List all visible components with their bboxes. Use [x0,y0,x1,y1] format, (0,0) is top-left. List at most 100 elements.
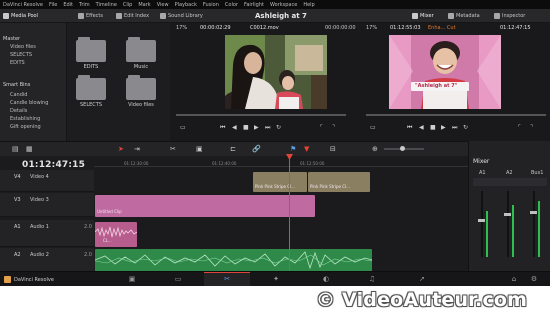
fusion-page-icon[interactable]: ✦ [272,275,280,283]
source-viewer-frame[interactable] [225,35,327,109]
sound-library-button[interactable]: Sound Library [160,11,203,21]
deliver-page-icon[interactable]: ➚ [418,275,426,283]
inspector-button[interactable]: Inspector [494,11,525,21]
zoom-icon[interactable]: ⊕ [372,145,378,153]
fader-a2[interactable] [507,191,509,257]
link-icon[interactable]: 🔗 [252,145,261,153]
fader-knob-bus1[interactable] [530,211,537,214]
menu-item[interactable]: Help [303,2,314,8]
fader-bus1[interactable] [533,191,535,257]
mark-in-icon[interactable]: ⌜ [518,124,521,131]
effects-button[interactable]: Effects [78,11,103,21]
fader-knob-a1[interactable] [478,219,485,222]
bin-item[interactable]: EDITS [10,60,25,66]
viewer-mode-icon[interactable]: ▭ [370,124,376,131]
smart-bin-item[interactable]: Gift opening [10,124,41,130]
menu-item[interactable]: DaVinci Resolve [3,2,43,8]
pointer-icon[interactable]: ➤ [118,145,124,153]
menu-item[interactable]: File [49,2,57,8]
jump-start-icon[interactable]: ⏮ [407,124,412,132]
clip-v3[interactable]: Untitled Clip [95,195,315,217]
folder-icon[interactable] [126,37,156,62]
smart-bin-item[interactable]: Establishing [10,116,40,122]
bin-item[interactable]: Video files [10,44,36,50]
smart-bins-header[interactable]: Smart Bins [3,82,30,88]
bin-item[interactable]: SELECTS [10,52,32,58]
reverse-icon[interactable]: ◀ [419,124,424,131]
smart-bin-item[interactable]: Candle blowing [10,100,48,106]
stop-icon[interactable]: ■ [430,124,436,131]
cut-page-icon[interactable]: ▭ [174,275,182,283]
mixer-input-row[interactable] [473,178,547,186]
menu-item[interactable]: Workspace [270,2,297,8]
mark-in-icon[interactable]: ⌜ [320,124,323,131]
menu-item[interactable]: Timeline [96,2,117,8]
insert-icon[interactable]: ▣ [196,145,203,153]
zoom-slider-knob[interactable] [400,146,405,151]
track-header-v4[interactable]: V4 Video 4 [0,170,94,192]
blade-icon[interactable]: ✂ [170,145,176,153]
metadata-button[interactable]: Metadata [448,11,480,21]
play-icon[interactable]: ▶ [254,124,259,131]
loop-icon[interactable]: ↻ [463,124,468,131]
play-icon[interactable]: ▶ [441,124,446,131]
track-header-v3[interactable]: V3 Video 3 [0,193,94,217]
trim-icon[interactable]: ⇥ [134,145,140,153]
reverse-icon[interactable]: ◀ [232,124,237,131]
menu-item[interactable]: Playback [175,2,197,8]
track-header-a1[interactable]: A1 Audio 1 2.0 [0,220,94,247]
clip-a1[interactable]: CL... [95,222,137,247]
flag-icon[interactable]: ⚑ [290,145,296,153]
media-pool-button[interactable]: Media Pool [3,11,38,21]
timeline-clip-name[interactable]: Enha... Cut [428,25,456,31]
color-page-icon[interactable]: ◐ [322,275,330,283]
track-header-a2[interactable]: A2 Audio 2 2.0 [0,248,94,272]
clip-a2[interactable] [95,249,372,272]
view-icon[interactable]: ▦ [26,145,33,153]
menu-item[interactable]: View [157,2,169,8]
zoom-out-icon[interactable]: ⊟ [330,145,336,153]
home-icon[interactable]: ⌂ [510,275,518,283]
clip-v4-a[interactable]: Pink Pink Stripe Cl... [253,172,307,192]
menu-item[interactable]: Color [225,2,238,8]
edit-index-button[interactable]: Edit Index [116,11,149,21]
menu-item[interactable]: Mark [138,2,150,8]
jump-end-icon[interactable]: ⏭ [265,124,270,132]
smart-bin-item[interactable]: Candid [10,92,27,98]
fairlight-page-icon[interactable]: ♫ [368,275,376,283]
viewer-mode-icon[interactable]: ▭ [180,124,186,131]
menu-item[interactable]: Clip [123,2,132,8]
marker-icon[interactable]: ▼ [304,145,309,153]
timeline-scrubber[interactable] [366,114,546,116]
fader-knob-a2[interactable] [504,213,511,216]
timeline-viewer-frame[interactable]: "Ashleigh at 7" [389,35,501,109]
stop-icon[interactable]: ■ [243,124,249,131]
folder-icon[interactable] [76,75,106,100]
folder-icon[interactable] [126,75,156,100]
media-page-icon[interactable]: ▣ [128,275,136,283]
menu-item[interactable]: Fusion [203,2,219,8]
fader-a1[interactable] [481,191,483,257]
edit-page-tab[interactable]: ✂ [204,272,250,286]
source-clip-name[interactable]: C0012.mov [250,25,279,31]
menu-item[interactable]: Fairlight [244,2,264,8]
playhead[interactable] [289,156,290,272]
source-zoom[interactable]: 17% [176,25,187,31]
menu-item[interactable]: Trim [79,2,90,8]
mixer-button[interactable]: Mixer [412,11,434,21]
snap-icon[interactable]: ⊏ [230,145,236,153]
menu-item[interactable]: Edit [63,2,73,8]
clip-v4-b[interactable]: Pink Pink Stripe Cl... [308,172,370,192]
layout-icon[interactable]: ▤ [12,145,19,153]
folder-icon[interactable] [76,37,106,62]
loop-icon[interactable]: ↻ [276,124,281,131]
source-scrubber[interactable] [176,114,346,116]
jump-start-icon[interactable]: ⏮ [220,124,225,132]
smart-bin-item[interactable]: Details [10,108,27,114]
timeline-zoom[interactable]: 17% [366,25,377,31]
settings-gear-icon[interactable]: ⚙ [530,275,538,283]
jump-end-icon[interactable]: ⏭ [452,124,457,132]
mark-out-icon[interactable]: ⌝ [332,124,335,131]
master-bin[interactable]: Master [3,36,20,42]
mark-out-icon[interactable]: ⌝ [530,124,533,131]
